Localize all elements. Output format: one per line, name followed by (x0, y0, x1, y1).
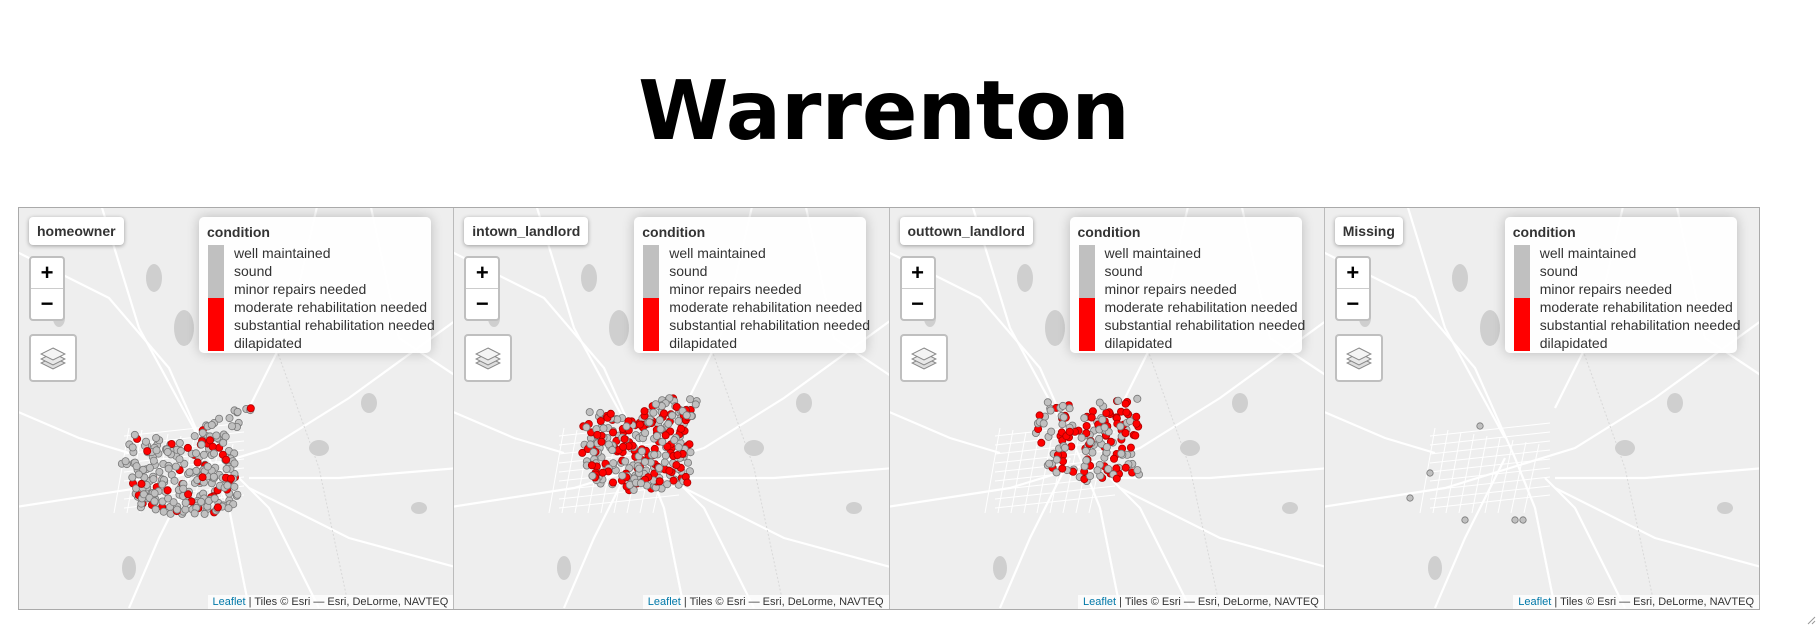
map-attribution: Leaflet | Tiles © Esri — Esri, DeLorme, … (1513, 595, 1759, 609)
layers-icon (1345, 347, 1372, 370)
legend-item: minor repairs needed (1104, 281, 1237, 297)
legend-item: dilapidated (234, 335, 302, 351)
legend-title: condition (1512, 224, 1576, 240)
legend-item: substantial rehabilitation needed (1104, 317, 1306, 333)
legend-item: well maintained (669, 245, 766, 261)
zoom-control: + − (899, 256, 936, 321)
page-title: Warrenton (638, 64, 1130, 159)
legend-swatch-poor (208, 298, 224, 351)
layer-group-label: homeowner (29, 217, 124, 245)
layers-icon (910, 347, 937, 370)
legend-item: moderate rehabilitation needed (1539, 299, 1733, 315)
attribution-text: | Tiles © Esri — Esri, DeLorme, NAVTEQ (245, 596, 449, 608)
legend-item: substantial rehabilitation needed (669, 317, 871, 333)
zoom-in-button[interactable]: + (31, 258, 63, 289)
map-attribution: Leaflet | Tiles © Esri — Esri, DeLorme, … (642, 595, 889, 609)
zoom-in-button[interactable]: + (466, 258, 499, 289)
layers-icon (475, 347, 502, 370)
legend-item: well maintained (234, 245, 331, 261)
legend-color-bar (1078, 245, 1095, 351)
legend-swatch-poor (1513, 298, 1530, 351)
legend-item: moderate rehabilitation needed (1104, 299, 1298, 315)
legend-item: sound (669, 263, 708, 279)
layers-button[interactable] (899, 334, 948, 382)
zoom-out-button[interactable]: − (31, 289, 63, 319)
legend-item: minor repairs needed (1539, 281, 1673, 297)
legend-item: substantial rehabilitation needed (234, 317, 435, 333)
leaflet-link[interactable]: Leaflet (648, 596, 681, 608)
legend-swatch-poor (643, 298, 660, 351)
layer-group-label: Missing (1334, 217, 1403, 245)
zoom-in-button[interactable]: + (901, 258, 934, 289)
map-attribution: Leaflet | Tiles © Esri — Esri, DeLorme, … (1078, 595, 1324, 609)
attribution-text: | Tiles © Esri — Esri, DeLorme, NAVTEQ (680, 596, 884, 608)
map-row: homeowner + − condition well maintained so… (18, 207, 1760, 610)
legend: condition well maintained sound minor repa… (1504, 217, 1741, 353)
map-panel[interactable]: intown_landlord + − condition well mainta… (454, 208, 890, 609)
legend: condition well maintained sound minor repa… (199, 217, 435, 353)
zoom-in-button[interactable]: + (1336, 258, 1369, 289)
legend-swatch-good (208, 245, 224, 298)
legend-color-bar (1513, 245, 1530, 351)
layers-icon (40, 347, 66, 370)
legend-item: dilapidated (669, 335, 737, 351)
legend-title: condition (207, 224, 270, 240)
legend-item: minor repairs needed (234, 281, 367, 297)
legend-swatch-good (1513, 245, 1530, 298)
layer-group-label: outtown_landlord (899, 217, 1033, 245)
legend-item: well maintained (1539, 245, 1637, 261)
map-panel[interactable]: outtown_landlord + − condition well maint… (889, 208, 1325, 609)
zoom-control: + − (464, 256, 501, 321)
legend-item: sound (234, 263, 273, 279)
legend: condition well maintained sound minor repa… (634, 217, 870, 353)
legend-item: sound (1539, 263, 1578, 279)
attribution-text: | Tiles © Esri — Esri, DeLorme, NAVTEQ (1551, 596, 1754, 608)
legend-item: minor repairs needed (669, 281, 802, 297)
layers-button[interactable] (29, 334, 77, 382)
zoom-control: + − (1334, 256, 1371, 321)
legend-item: dilapidated (1539, 335, 1608, 351)
legend-item: sound (1104, 263, 1143, 279)
legend-title: condition (642, 224, 706, 240)
map-panel[interactable]: Missing + − condition well maintained soun… (1324, 208, 1759, 609)
legend-item: moderate rehabilitation needed (669, 299, 863, 315)
leaflet-link[interactable]: Leaflet (1518, 596, 1551, 608)
legend-title: condition (1077, 224, 1141, 240)
leaflet-link[interactable]: Leaflet (1083, 596, 1116, 608)
legend-item: dilapidated (1104, 335, 1173, 351)
legend-swatch-good (1078, 245, 1095, 298)
zoom-control: + − (29, 256, 65, 321)
layers-button[interactable] (464, 334, 513, 382)
legend-swatch-poor (1078, 298, 1095, 351)
legend-item: well maintained (1104, 245, 1202, 261)
legend: condition well maintained sound minor repa… (1069, 217, 1305, 353)
layer-group-label: intown_landlord (464, 217, 589, 245)
leaflet-link[interactable]: Leaflet (213, 596, 246, 608)
legend-color-bar (208, 245, 224, 351)
legend-item: substantial rehabilitation needed (1539, 317, 1741, 333)
legend-color-bar (643, 245, 660, 351)
zoom-out-button[interactable]: − (1337, 289, 1369, 319)
layers-button[interactable] (1334, 334, 1383, 382)
zoom-out-button[interactable]: − (902, 289, 934, 319)
resize-grip-icon[interactable] (1806, 615, 1816, 625)
legend-swatch-good (643, 245, 660, 298)
attribution-text: | Tiles © Esri — Esri, DeLorme, NAVTEQ (1116, 596, 1319, 608)
legend-item: moderate rehabilitation needed (234, 299, 428, 315)
map-attribution: Leaflet | Tiles © Esri — Esri, DeLorme, … (207, 595, 454, 609)
map-panel[interactable]: homeowner + − condition well maintained so… (19, 208, 455, 609)
zoom-out-button[interactable]: − (466, 289, 498, 319)
